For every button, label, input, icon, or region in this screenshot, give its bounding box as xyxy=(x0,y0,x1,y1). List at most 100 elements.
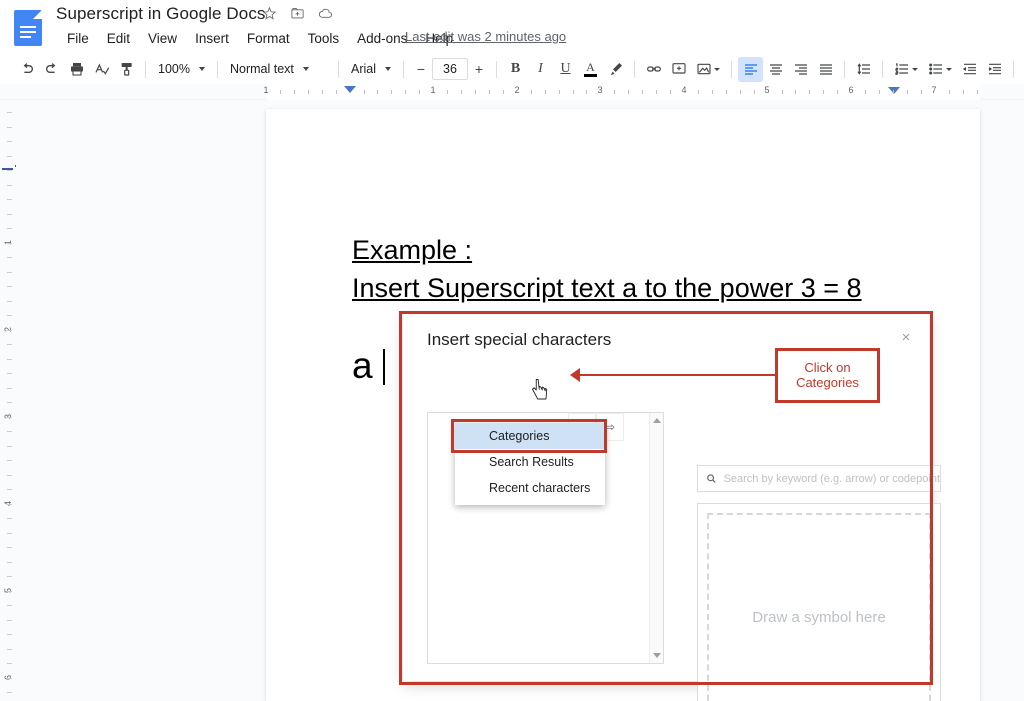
ruler-tick xyxy=(307,90,309,94)
vruler-tick xyxy=(7,677,12,679)
print-icon[interactable] xyxy=(64,57,89,82)
spellcheck-icon[interactable] xyxy=(89,57,114,82)
vruler-tick xyxy=(7,547,12,548)
vruler-tick xyxy=(7,155,12,157)
menu-insert[interactable]: Insert xyxy=(186,29,238,48)
vruler-tick xyxy=(7,286,12,287)
vruler-tick xyxy=(7,431,12,432)
align-justify-icon[interactable] xyxy=(813,57,838,82)
ruler-tick xyxy=(920,90,922,94)
ruler-number: 1 xyxy=(430,85,436,95)
ruler-tick xyxy=(321,90,323,94)
vruler-tick xyxy=(7,518,12,519)
redo-icon[interactable] xyxy=(39,57,64,82)
vruler-tick xyxy=(7,257,12,258)
vruler-tick xyxy=(7,271,12,273)
italic-button[interactable]: I xyxy=(528,57,553,82)
underline-button[interactable]: U xyxy=(553,57,578,82)
toolbar-divider xyxy=(882,60,883,78)
menu-tools[interactable]: Tools xyxy=(299,29,349,48)
vruler-tick xyxy=(7,590,12,592)
ruler-tick xyxy=(948,90,950,94)
ruler-tick xyxy=(962,90,964,94)
increase-indent-icon[interactable] xyxy=(982,57,1007,82)
left-indent-marker[interactable] xyxy=(344,86,356,93)
app-header: Superscript in Google Docs File Edit Vie… xyxy=(0,0,1024,54)
ruler-number: 3 xyxy=(597,85,603,95)
ruler-tick xyxy=(461,90,463,94)
ruler-tick xyxy=(544,90,546,94)
ruler-tick xyxy=(795,90,797,94)
ruler-tick xyxy=(558,90,560,94)
clear-formatting-icon[interactable] xyxy=(1020,57,1024,82)
toolbar-divider xyxy=(496,60,497,78)
menu-view[interactable]: View xyxy=(139,29,186,48)
ruler-tick xyxy=(279,90,281,94)
menu-format[interactable]: Format xyxy=(238,29,299,48)
document-title[interactable]: Superscript in Google Docs xyxy=(56,4,266,24)
text-color-button[interactable]: A xyxy=(578,57,603,82)
ruler-tick xyxy=(697,90,699,94)
vruler-tick xyxy=(7,387,12,389)
ruler-tick xyxy=(711,90,713,94)
align-left-icon[interactable] xyxy=(738,56,763,82)
paint-format-icon[interactable] xyxy=(114,57,139,82)
right-indent-marker[interactable] xyxy=(888,87,900,94)
vruler-tick xyxy=(7,300,12,302)
font-size-increase-button[interactable]: + xyxy=(468,58,490,80)
annotation-callout-box: Click on Categories xyxy=(775,348,880,403)
vruler-tick xyxy=(7,184,12,186)
ruler-tick xyxy=(976,90,978,94)
ruler-number: 6 xyxy=(848,85,854,95)
ruler-number: 7 xyxy=(931,85,937,95)
bold-button[interactable]: B xyxy=(503,57,528,82)
font-family-value: Arial xyxy=(350,62,376,76)
ruler-tick xyxy=(865,90,867,94)
numbered-list-icon[interactable] xyxy=(889,57,923,82)
paragraph-style-select[interactable]: Normal text xyxy=(224,58,332,80)
bulleted-list-icon[interactable] xyxy=(923,57,957,82)
ruler-tick xyxy=(809,90,811,94)
mouse-cursor-pointer-icon xyxy=(532,379,548,400)
ruler-tick xyxy=(488,90,490,94)
zoom-value: 100% xyxy=(158,62,190,76)
link-icon[interactable] xyxy=(641,57,666,82)
ruler-tick xyxy=(586,90,588,94)
cloud-status-icon[interactable] xyxy=(318,6,333,21)
highlighter-icon[interactable] xyxy=(603,57,628,82)
font-size-decrease-button[interactable]: − xyxy=(410,58,432,80)
font-size-input[interactable]: 36 xyxy=(432,58,468,80)
vruler-tick xyxy=(7,126,12,128)
ruler-tick xyxy=(739,90,741,94)
align-center-icon[interactable] xyxy=(763,57,788,82)
move-to-folder-icon[interactable] xyxy=(290,6,305,21)
vruler-tick xyxy=(7,213,12,215)
vruler-tick xyxy=(7,503,12,505)
last-edit-status[interactable]: Last edit was 2 minutes ago xyxy=(405,29,566,44)
insert-image-icon[interactable] xyxy=(691,57,725,82)
zoom-select[interactable]: 100% xyxy=(152,58,211,80)
ruler-tick xyxy=(893,90,894,94)
line-spacing-icon[interactable] xyxy=(851,57,876,82)
horizontal-ruler[interactable]: 1 1 2 3 4 5 6 7 xyxy=(0,84,1024,100)
ruler-tick xyxy=(906,90,908,94)
font-family-select[interactable]: Arial xyxy=(345,58,397,80)
vruler-tick xyxy=(7,460,12,461)
add-comment-icon[interactable] xyxy=(666,57,691,82)
menu-file[interactable]: File xyxy=(58,29,98,48)
star-icon[interactable] xyxy=(262,6,277,21)
chevron-down-icon xyxy=(302,67,309,71)
menu-edit[interactable]: Edit xyxy=(98,29,139,48)
align-right-icon[interactable] xyxy=(788,57,813,82)
vertical-ruler[interactable]: 1 2 3 4 5 6 xyxy=(0,100,16,701)
vruler-tick xyxy=(7,402,12,403)
decrease-indent-icon[interactable] xyxy=(957,57,982,82)
vruler-tick xyxy=(7,170,12,171)
toolbar-divider xyxy=(145,60,146,78)
ruler-tick xyxy=(530,90,532,94)
chevron-down-icon xyxy=(714,67,720,71)
ruler-tick xyxy=(293,90,295,94)
undo-icon[interactable] xyxy=(14,57,39,82)
formatting-toolbar: 100% Normal text Arial − 36 + B I U A xyxy=(0,54,1024,84)
ruler-tick xyxy=(670,90,672,94)
